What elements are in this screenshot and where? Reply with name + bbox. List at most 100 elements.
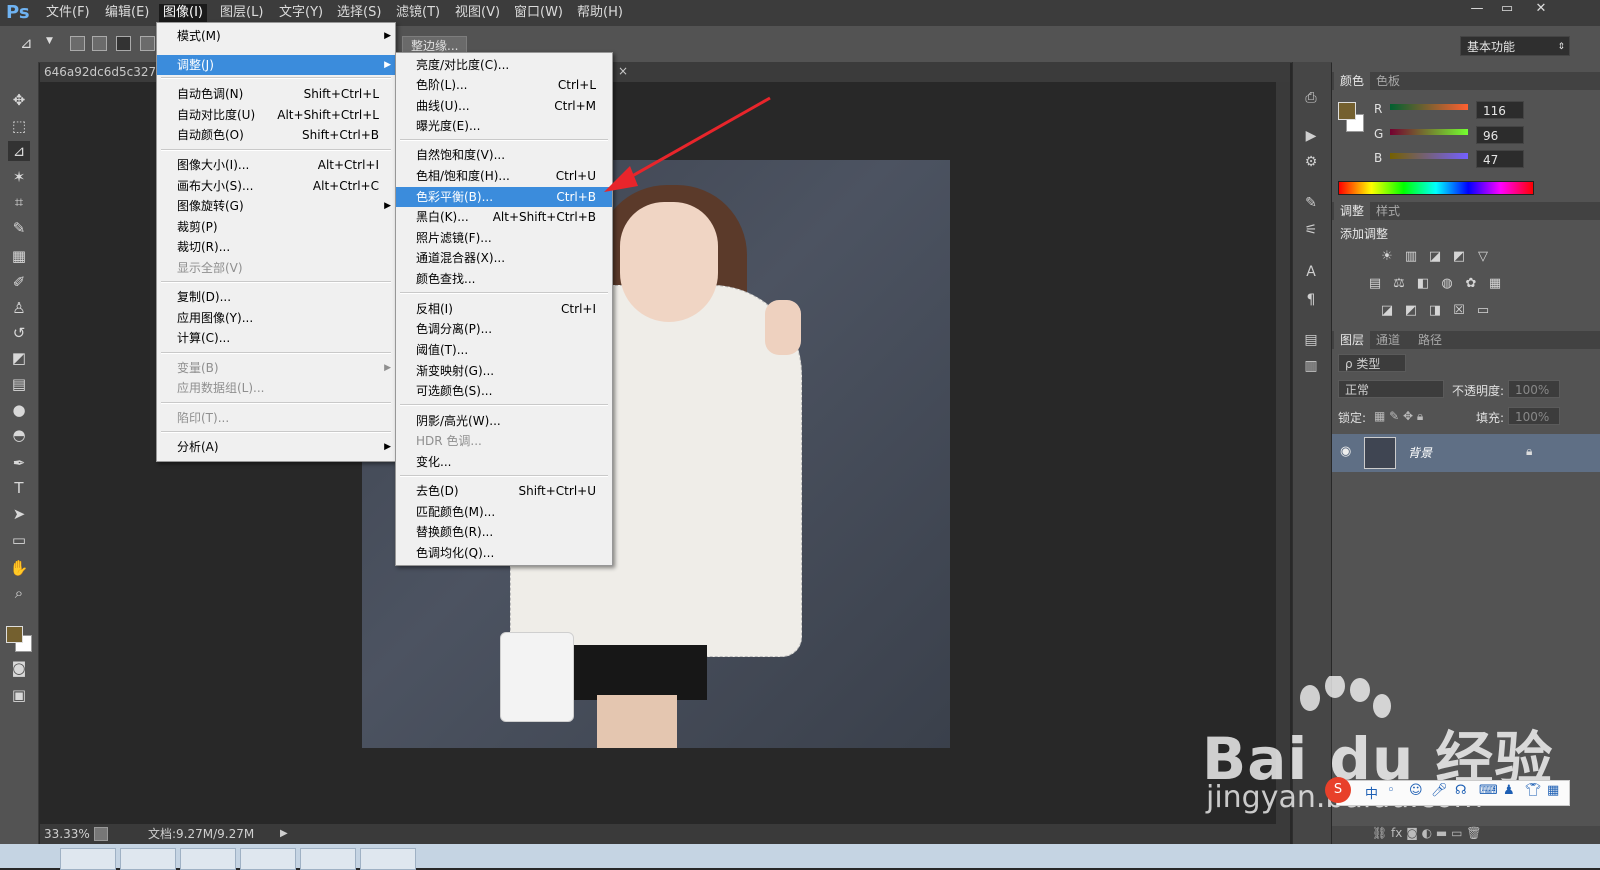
path-select-icon[interactable]: ➤ [8,504,30,524]
menu-type[interactable]: 文字(Y) [275,4,327,22]
submenu-item-gradient-map[interactable]: 渐变映射(G)... [396,361,612,381]
gradient-tool-icon[interactable]: ▤ [8,374,30,394]
menu-item-duplicate[interactable]: 复制(D)... [157,287,395,307]
menu-help[interactable]: 帮助(H) [573,4,627,22]
curves-icon[interactable]: ◪ [1426,250,1444,264]
submenu-item-replace-color[interactable]: 替换颜色(R)... [396,522,612,542]
submenu-item-desaturate[interactable]: 去色(D) Shift+Ctrl+U [396,481,612,501]
move-tool-icon[interactable]: ✥ [8,90,30,110]
quick-mask-icon[interactable]: ◙ [8,658,30,678]
tab-styles[interactable]: 样式 [1370,202,1406,220]
close-window-button[interactable]: ✕ [1526,0,1556,20]
brush-presets-icon[interactable]: ⚟ [1300,220,1322,240]
levels-icon[interactable]: ▥ [1402,250,1420,264]
menu-layer[interactable]: 图层(L) [216,4,267,22]
layer-actions-icons[interactable]: ⛓ fx ◙ ◐ ▬ ▭ 🗑︎ [1372,826,1481,840]
submenu-item-invert[interactable]: 反相(I) Ctrl+I [396,299,612,319]
menu-filter[interactable]: 滤镜(T) [392,4,444,22]
taskbar-app[interactable] [240,848,296,870]
restore-button[interactable]: ▭ [1492,0,1522,20]
foreground-color-chip[interactable] [1338,102,1356,120]
magic-wand-icon[interactable]: ✶ [8,167,30,187]
menu-item-trim[interactable]: 裁切(R)... [157,237,395,257]
menu-item-crop[interactable]: 裁剪(P) [157,217,395,237]
close-tab-icon[interactable]: × [618,64,628,78]
posterize-icon[interactable]: ◩ [1402,304,1420,318]
submenu-item-selective-color[interactable]: 可选颜色(S)... [396,381,612,401]
menu-edit[interactable]: 编辑(E) [101,4,153,22]
submenu-item-hue-saturation[interactable]: 色相/饱和度(H)... Ctrl+U [396,166,612,186]
submenu-item-black-white[interactable]: 黑白(K)... Alt+Shift+Ctrl+B [396,207,612,227]
layer-name[interactable]: 背景 [1408,444,1432,461]
color-balance-icon[interactable]: ⚖ [1390,277,1408,291]
actions-play-icon[interactable]: ▶ [1300,126,1322,146]
menu-item-variables[interactable]: 变量(B) ▶ [157,358,395,378]
channel-r-slider[interactable] [1390,104,1468,110]
submenu-item-hdr-toning[interactable]: HDR 色调... [396,431,612,451]
menu-item-apply-data-set[interactable]: 应用数据组(L)... [157,378,395,398]
menu-item-reveal-all[interactable]: 显示全部(V) [157,258,395,278]
taskbar-app[interactable] [360,848,416,870]
tab-channels[interactable]: 通道 [1370,331,1406,349]
submenu-item-shadows-highlights[interactable]: 阴影/高光(W)... [396,411,612,431]
menu-item-auto-tone[interactable]: 自动色调(N) Shift+Ctrl+L [157,84,395,104]
stamp-tool-icon[interactable]: ♙ [8,298,30,318]
tab-swatches[interactable]: 色板 [1370,72,1406,90]
chevron-down-icon[interactable]: ▼ [46,36,53,46]
submenu-item-match-color[interactable]: 匹配颜色(M)... [396,502,612,522]
menu-item-image-size[interactable]: 图像大小(I)... Alt+Ctrl+I [157,155,395,175]
eyedropper-icon[interactable]: ✎ [8,218,30,238]
submenu-item-color-balance[interactable]: 色彩平衡(B)... Ctrl+B [396,187,612,207]
workspace-select[interactable]: 基本功能 ⇕ [1460,36,1570,56]
exposure-icon[interactable]: ◩ [1450,250,1468,264]
gradient-map-icon[interactable]: ▭ [1474,304,1492,318]
photo-filter-icon[interactable]: ◍ [1438,277,1456,291]
healing-brush-icon[interactable]: ▦ [8,246,30,266]
channel-b-value[interactable]: 47 [1476,150,1524,168]
menu-item-apply-image[interactable]: 应用图像(Y)... [157,308,395,328]
blend-mode-select[interactable]: 正常 [1338,380,1444,398]
lock-pixels-icon[interactable]: ▦ ✎ ✥ 🔒︎ [1374,409,1423,424]
menu-item-mode[interactable]: 模式(M) ▶ [157,26,395,46]
submenu-item-channel-mixer[interactable]: 通道混合器(X)... [396,248,612,268]
channel-b-slider[interactable] [1390,153,1468,159]
submenu-item-photo-filter[interactable]: 照片滤镜(F)... [396,228,612,248]
tab-paths[interactable]: 路径 [1412,331,1448,349]
submenu-item-exposure[interactable]: 曝光度(E)... [396,116,612,136]
character-icon[interactable]: A [1300,262,1322,282]
notes-icon[interactable]: ▥ [1300,356,1322,376]
channel-r-value[interactable]: 116 [1476,101,1524,119]
menu-select[interactable]: 选择(S) [333,4,385,22]
channel-g-value[interactable]: 96 [1476,126,1524,144]
menu-item-auto-color[interactable]: 自动颜色(O) Shift+Ctrl+B [157,125,395,145]
intersect-selection-icon[interactable] [140,36,155,51]
new-selection-icon[interactable] [70,36,85,51]
color-lookup-icon[interactable]: ▦ [1486,277,1504,291]
menu-item-analysis[interactable]: 分析(A) ▶ [157,437,395,457]
tab-adjustments[interactable]: 调整 [1334,202,1371,220]
menu-item-canvas-size[interactable]: 画布大小(S)... Alt+Ctrl+C [157,176,395,196]
submenu-item-brightness-contrast[interactable]: 亮度/对比度(C)... [396,55,612,75]
polygon-lasso-icon[interactable]: ⊿ [20,34,33,52]
type-tool-icon[interactable]: T [8,478,30,498]
channel-g-slider[interactable] [1390,129,1468,135]
submenu-item-vibrance[interactable]: 自然饱和度(V)... [396,145,612,165]
ime-toolbar[interactable]: S 中 ◦ ☺ 🎤︎ ☊ ⌨ ♟ 👕︎ ▦ [1325,777,1570,806]
subtract-selection-icon[interactable] [116,36,131,51]
menu-file[interactable]: 文件(F) [42,4,94,22]
menu-item-calculations[interactable]: 计算(C)... [157,328,395,348]
document-tab[interactable]: 646a92dc6d5c3279 [44,64,164,80]
submenu-item-posterize[interactable]: 色调分离(P)... [396,319,612,339]
dodge-tool-icon[interactable]: ◓ [8,425,30,445]
crop-tool-icon[interactable]: ⌗ [8,192,30,212]
menu-item-image-rotation[interactable]: 图像旋转(G) ▶ [157,196,395,216]
brush-tool-icon[interactable]: ✐ [8,272,30,292]
submenu-item-curves[interactable]: 曲线(U)... Ctrl+M [396,96,612,116]
menu-window[interactable]: 窗口(W) [510,4,567,22]
eraser-tool-icon[interactable]: ◩ [8,348,30,368]
screen-mode-icon[interactable]: ▣ [8,685,30,705]
add-selection-icon[interactable] [92,36,107,51]
opacity-input[interactable]: 100% [1508,380,1560,398]
threshold-icon[interactable]: ◨ [1426,304,1444,318]
zoom-level[interactable]: 33.33% [44,824,90,844]
